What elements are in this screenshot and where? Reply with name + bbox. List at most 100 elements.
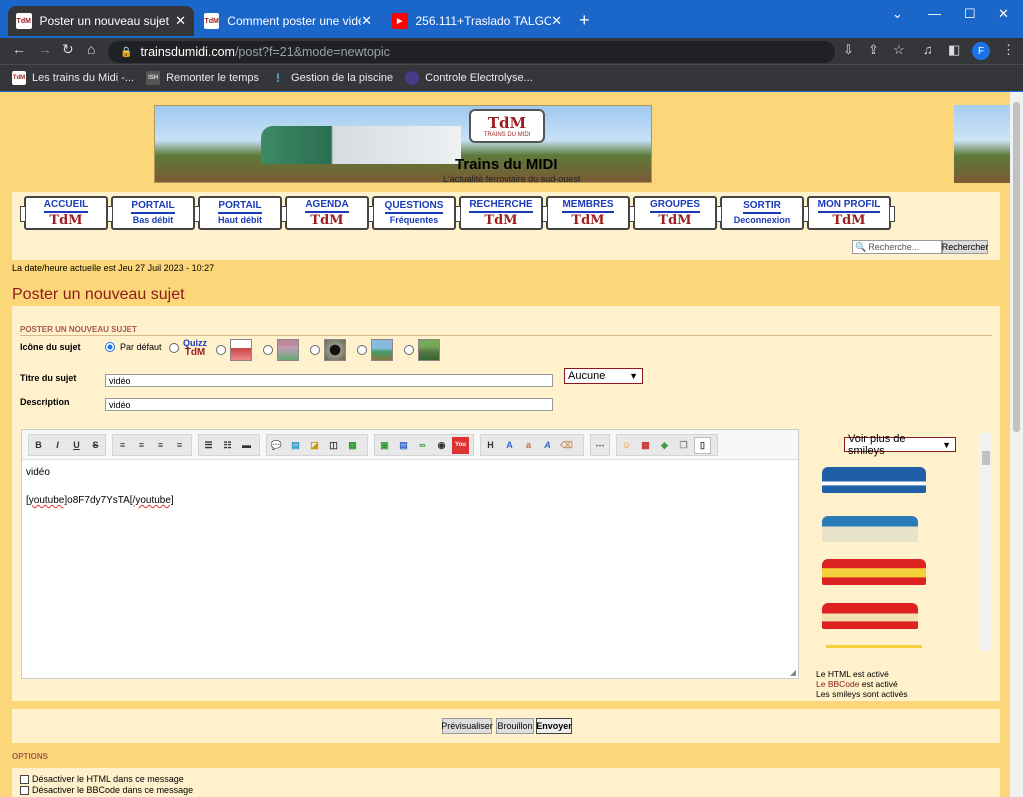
color-icon[interactable]: A [539,437,556,454]
option-disable-html[interactable]: Désactiver le HTML dans ce message [20,774,184,784]
source-mode-icon[interactable]: ▯ [694,436,711,454]
icon-option-station[interactable] [216,339,252,361]
subject-input[interactable]: vidéo [105,374,553,387]
close-tab-icon[interactable]: ✕ [551,13,562,29]
smiley-scroll-thumb[interactable] [982,451,990,465]
flash-icon[interactable]: ◉ [433,437,450,454]
topic-type-select[interactable]: Aucune ▼ [564,368,643,384]
bookmark-item[interactable]: Controle Electrolyse... [405,71,533,85]
close-window-icon[interactable]: ✕ [998,6,1009,22]
more-icon[interactable]: ⋯ [592,437,608,454]
bold-icon[interactable]: B [30,437,47,454]
icon-option-quizz[interactable]: Quizz TdM [169,339,207,358]
nav-membres[interactable]: MEMBRES TdM [542,196,634,230]
symbols-icon[interactable]: ◈ [656,437,673,454]
align-justify-icon[interactable]: ≡ [171,437,188,454]
profile-avatar[interactable]: F [972,42,990,60]
train-smiley-4[interactable] [822,603,918,629]
font-icon[interactable]: A [501,437,518,454]
icon-option-landscape[interactable] [357,339,393,361]
table-icon[interactable]: ▦ [344,437,361,454]
youtube-icon[interactable]: You [452,436,469,454]
tab-2[interactable]: TdM Comment poster une vidéo de Yo ✕ [196,6,380,36]
nav-accueil[interactable]: ACCUEIL TdM [20,196,112,230]
bullet-list-icon[interactable]: ☰ [200,437,217,454]
message-textarea[interactable]: vidéo [youtube]o8F7dy7YsTA[/youtube] [26,466,174,508]
option-disable-bbcode[interactable]: Désactiver le BBCode dans ce message [20,785,193,795]
code-icon[interactable]: ▤ [287,437,304,454]
nav-portail-bas[interactable]: PORTAIL Bas débit [107,196,199,230]
url-input[interactable]: 🔒 trainsdumidi.com /post?f=21&mode=newto… [108,41,835,63]
radio-house[interactable] [263,345,273,355]
more-smileys-select[interactable]: Voir plus de smileys ▼ [844,433,956,457]
train-smiley-1[interactable] [822,467,926,493]
search-button[interactable]: Rechercher [942,240,988,254]
new-tab-icon[interactable]: + [579,10,590,31]
nav-agenda[interactable]: AGENDA TdM [281,196,373,230]
smiley-icon[interactable]: ☺ [618,437,635,454]
nav-sortir[interactable]: SORTIR Deconnexion [716,196,808,230]
host-image-icon[interactable]: ▤ [395,437,412,454]
smiley-scrollbar[interactable] [980,433,992,651]
image-icon[interactable]: ▣ [376,437,393,454]
link-icon[interactable]: ∞ [414,437,431,454]
media-icon[interactable]: ♫ [923,42,933,57]
bookmark-star-icon[interactable]: ☆ [893,42,905,58]
close-tab-icon[interactable]: ✕ [361,13,372,29]
checkbox[interactable] [20,774,29,784]
minimize-icon[interactable]: — [928,6,941,21]
sidepanel-icon[interactable]: ◧ [948,42,960,58]
train-smiley-3[interactable] [822,559,926,585]
tab-active[interactable]: TdM Poster un nouveau sujet ✕ [8,6,194,36]
align-center-icon[interactable]: ≡ [133,437,150,454]
align-right-icon[interactable]: ≡ [152,437,169,454]
underline-icon[interactable]: U [68,437,85,454]
copy-icon[interactable]: ❐ [675,437,692,454]
icon-option-default[interactable]: Par défaut [105,342,162,352]
strikethrough-icon[interactable]: S [87,437,104,454]
eraser-icon[interactable]: ⌫ [558,437,575,454]
radio-landscape[interactable] [357,345,367,355]
back-icon[interactable]: ← [12,41,26,57]
bbcode-link[interactable]: Le BBCode [816,679,859,689]
italic-icon[interactable]: I [49,437,66,454]
size-icon[interactable]: a [520,437,537,454]
radio-tunnel[interactable] [310,345,320,355]
install-icon[interactable]: ⇩ [843,42,854,58]
hr-icon[interactable]: ▬ [238,437,255,454]
nav-portail-haut[interactable]: PORTAIL Haut débit [194,196,286,230]
page-scroll-thumb[interactable] [1013,102,1020,432]
train-smiley-5[interactable] [826,645,922,648]
bookmark-item[interactable]: TdM Les trains du Midi -... [12,71,134,85]
nav-questions[interactable]: QUESTIONS Fréquentes [368,196,460,230]
nav-mon-profil[interactable]: MON PROFIL TdM [803,196,895,230]
quote-icon[interactable]: 💬 [268,437,285,454]
resize-handle-icon[interactable]: ◢ [790,668,796,677]
align-left-icon[interactable]: ≡ [114,437,131,454]
heading-icon[interactable]: H [482,437,499,454]
icon-option-viaduct[interactable] [404,339,440,361]
radio-station[interactable] [216,345,226,355]
nav-recherche[interactable]: RECHERCHE TdM [455,196,547,230]
close-tab-icon[interactable]: ✕ [175,13,186,29]
bookmark-item[interactable]: ! Gestion de la piscine [271,71,393,85]
hide-icon[interactable]: ◫ [325,437,342,454]
maximize-icon[interactable]: ☐ [964,6,976,22]
share-icon[interactable]: ⇪ [868,42,879,58]
radio-quizz[interactable] [169,343,179,353]
draft-button[interactable]: Brouillon [496,718,534,734]
tab-search-icon[interactable]: ⌄ [892,6,903,22]
radio-default[interactable] [105,342,115,352]
send-button[interactable]: Envoyer [536,718,572,734]
spoiler-icon[interactable]: ◪ [306,437,323,454]
page-scrollbar[interactable] [1010,92,1023,797]
search-input[interactable]: 🔍 Recherche... [852,240,942,254]
forward-icon[interactable]: → [38,41,52,57]
numbered-list-icon[interactable]: ☷ [219,437,236,454]
menu-icon[interactable]: ⋮ [1002,42,1015,58]
site-logo[interactable]: TdM TRAINS DU MIDI [469,109,545,143]
preview-button[interactable]: Prévisualiser [441,718,493,734]
radio-viaduct[interactable] [404,345,414,355]
tab-3[interactable]: ▶ 256.111+Traslado TALGO DB "IC ✕ [384,6,570,36]
date-icon[interactable]: ▦ [637,437,654,454]
